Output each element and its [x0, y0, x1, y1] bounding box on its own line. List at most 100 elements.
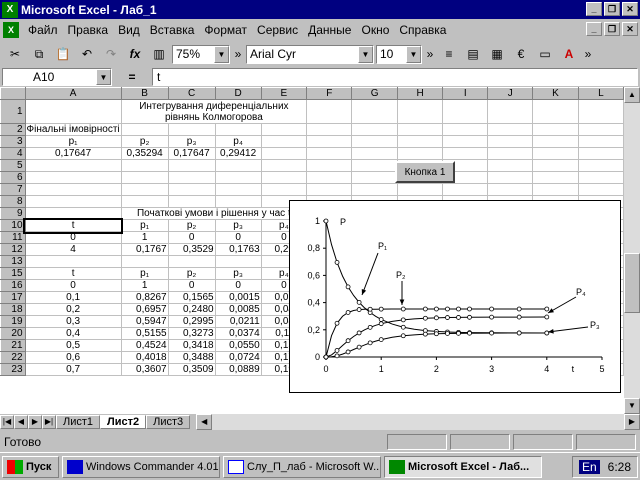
column-header[interactable]: J	[487, 87, 534, 100]
table-icon[interactable]: ▦	[486, 43, 508, 65]
doc-close-button[interactable]: ✕	[622, 22, 638, 36]
grid-cell[interactable]	[487, 147, 534, 160]
grid-cell[interactable]	[24, 195, 122, 208]
select-all-corner[interactable]	[0, 87, 26, 100]
row-header[interactable]: 8	[0, 195, 26, 208]
row-header[interactable]: 17	[0, 291, 26, 304]
grid-cell[interactable]	[532, 147, 579, 160]
grid-cell[interactable]	[306, 147, 353, 160]
row-header[interactable]: 15	[0, 267, 26, 280]
grid-cell[interactable]: 0,3	[24, 315, 122, 328]
scroll-down-icon[interactable]: ▼	[624, 398, 640, 414]
close-button[interactable]: ✕	[622, 2, 638, 16]
grid-cell[interactable]	[120, 159, 169, 172]
grid-cell[interactable]	[306, 123, 353, 136]
merge-center-icon[interactable]: ▤	[462, 43, 484, 65]
grid-cell[interactable]	[577, 99, 624, 124]
task-windows-commander[interactable]: Windows Commander 4.01...	[62, 455, 220, 478]
grid-cell[interactable]	[306, 135, 353, 148]
horizontal-scrollbar[interactable]: ◀ ▶	[196, 414, 640, 430]
grid-cell[interactable]	[442, 123, 489, 136]
grid-cell[interactable]	[442, 135, 489, 148]
menu-edit[interactable]: Правка	[63, 23, 114, 37]
grid-cell[interactable]	[260, 183, 308, 196]
row-header[interactable]: 6	[0, 171, 26, 184]
row-header[interactable]: 19	[0, 315, 26, 328]
grid-cell[interactable]: p₃	[214, 219, 262, 232]
grid-cell[interactable]	[351, 99, 398, 124]
row-header[interactable]: 7	[0, 183, 26, 196]
grid-cell[interactable]	[24, 171, 122, 184]
column-header[interactable]: B	[120, 87, 169, 100]
grid-cell[interactable]: 0,5	[24, 339, 122, 352]
row-header[interactable]: 10	[0, 219, 26, 232]
grid-cell[interactable]	[120, 123, 169, 136]
grid-cell[interactable]	[24, 159, 122, 172]
next-sheet-icon[interactable]: ▶	[28, 415, 42, 429]
column-header[interactable]: D	[214, 87, 262, 100]
zoom-select[interactable]: 75% ▼	[172, 44, 230, 64]
minimize-button[interactable]: _	[586, 2, 602, 16]
scroll-up-icon[interactable]: ▲	[624, 87, 640, 103]
undo-icon[interactable]: ↶	[76, 43, 98, 65]
embedded-chart[interactable]: 0 0,2 0,4 0,6 0,8 1 0 1 2 3 4 5 t P P₁ P₂ P₃ P₄	[289, 200, 621, 393]
column-header[interactable]: I	[442, 87, 489, 100]
grid-cell[interactable]: p₁	[24, 135, 122, 148]
vertical-scrollbar[interactable]: ▲ ▼	[624, 87, 640, 414]
grid-cell[interactable]	[120, 255, 169, 268]
grid-cell[interactable]: p₂	[120, 135, 169, 148]
grid-cell[interactable]	[214, 255, 262, 268]
grid-cell[interactable]: 0	[214, 279, 262, 292]
grid-cell[interactable]	[306, 183, 353, 196]
grid-cell[interactable]: p₂	[167, 267, 216, 280]
grid-cell[interactable]: p₄	[214, 135, 262, 148]
more-tools-icon[interactable]: »	[424, 43, 436, 65]
grid-cell[interactable]	[214, 171, 262, 184]
grid-cell[interactable]: p₁	[120, 267, 169, 280]
more-tools-icon[interactable]: »	[582, 43, 594, 65]
grid-cell[interactable]: 0,0724	[214, 351, 262, 364]
grid-cell[interactable]: 0,1	[24, 291, 122, 304]
grid-cell[interactable]	[577, 123, 624, 136]
borders-icon[interactable]: ▭	[534, 43, 556, 65]
row-header[interactable]: 20	[0, 327, 26, 340]
chevron-down-icon[interactable]: ▼	[96, 69, 111, 85]
grid-cell[interactable]	[351, 135, 398, 148]
grid-cell[interactable]: t	[23, 217, 124, 234]
font-size-select[interactable]: 10 ▼	[376, 44, 422, 64]
grid-cell[interactable]	[120, 183, 169, 196]
grid-cell[interactable]: 0,0015	[214, 291, 262, 304]
row-header[interactable]: 3	[0, 135, 26, 148]
row-header[interactable]: 5	[0, 159, 26, 172]
sheet-button[interactable]: Кнопка 1	[395, 161, 455, 183]
tab-sheet3[interactable]: Лист3	[146, 415, 191, 429]
grid-cell[interactable]: 0	[214, 231, 262, 244]
grid-cell[interactable]: 0,4524	[120, 339, 169, 352]
grid-cell[interactable]	[577, 171, 624, 184]
grid-cell[interactable]: 0	[167, 279, 216, 292]
grid-cell[interactable]: 0,8267	[120, 291, 169, 304]
grid-cell[interactable]: 0,6957	[120, 303, 169, 316]
prev-sheet-icon[interactable]: ◀	[14, 415, 28, 429]
grid-cell[interactable]: 0,0211	[214, 315, 262, 328]
grid-cell[interactable]	[442, 147, 489, 160]
grid-cell[interactable]	[306, 99, 353, 124]
grid-cell[interactable]: 0	[24, 231, 122, 244]
column-header[interactable]: F	[306, 87, 353, 100]
grid-cell[interactable]: 0,0374	[214, 327, 262, 340]
grid-cell[interactable]: 0,2480	[167, 303, 216, 316]
row-header[interactable]: 1	[0, 99, 26, 124]
grid-cell[interactable]: 0,3529	[167, 243, 216, 256]
function-icon[interactable]: fx	[124, 43, 146, 65]
grid-cell[interactable]: 0,35294	[120, 147, 169, 160]
row-header[interactable]: 22	[0, 351, 26, 364]
menu-file[interactable]: Файл	[23, 23, 63, 37]
grid-cell[interactable]	[24, 255, 122, 268]
grid-cell[interactable]	[260, 171, 308, 184]
grid-cell[interactable]: 0,2995	[167, 315, 216, 328]
grid-cell[interactable]	[214, 195, 262, 208]
menu-format[interactable]: Формат	[199, 23, 252, 37]
grid-cell[interactable]	[167, 171, 216, 184]
align-center-icon[interactable]: ≡	[438, 43, 460, 65]
grid-cell[interactable]: p₃	[167, 135, 216, 148]
